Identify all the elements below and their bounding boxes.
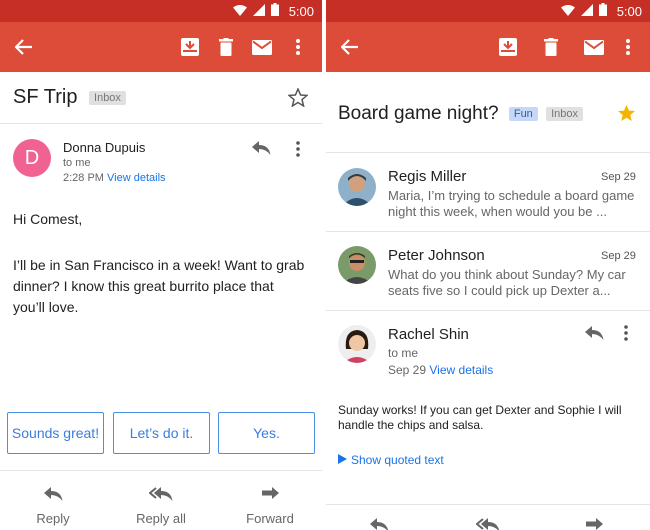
more-vert-icon[interactable] bbox=[286, 35, 310, 59]
message-time-row: 2:28 PM View details bbox=[63, 172, 166, 184]
archive-icon[interactable] bbox=[178, 35, 202, 59]
signal-icon bbox=[580, 3, 593, 19]
message-preview: seats five so I could pick up Dexter a..… bbox=[388, 283, 611, 298]
back-arrow-icon[interactable] bbox=[12, 35, 36, 59]
reply-all-icon bbox=[116, 483, 206, 505]
avatar[interactable] bbox=[338, 246, 376, 284]
email-subject: Board game night? bbox=[338, 103, 499, 124]
inbox-label[interactable]: Inbox bbox=[89, 90, 126, 105]
show-quoted-label: Show quoted text bbox=[351, 453, 444, 467]
avatar[interactable]: D bbox=[13, 139, 51, 177]
app-bar bbox=[0, 22, 322, 72]
show-quoted-text-link[interactable]: Show quoted text bbox=[338, 453, 444, 467]
email-body-line: Sunday works! If you can get Dexter and … bbox=[338, 403, 622, 417]
star-icon[interactable] bbox=[617, 104, 636, 127]
triangle-right-icon bbox=[338, 453, 347, 467]
right-screen: 5:00 Board game night? Fun Inbox Regis M… bbox=[326, 0, 650, 530]
left-screen: 5:00 SF Trip Inbox D Donna Dupuis to me … bbox=[0, 0, 322, 530]
sender-name: Donna Dupuis bbox=[63, 140, 146, 155]
message-time-row: Sep 29 View details bbox=[388, 363, 493, 377]
divider bbox=[326, 504, 650, 505]
status-bar: 5:00 bbox=[0, 0, 322, 22]
message-date: Sep 29 bbox=[388, 363, 427, 377]
message-more-icon[interactable] bbox=[624, 325, 628, 346]
more-vert-icon[interactable] bbox=[616, 35, 640, 59]
smart-reply-button[interactable]: Sounds great! bbox=[7, 412, 104, 454]
smart-reply-button[interactable]: Let’s do it. bbox=[113, 412, 210, 454]
smart-reply-button[interactable]: Yes. bbox=[218, 412, 315, 454]
email-body-line: handle the chips and salsa. bbox=[338, 418, 484, 432]
view-details-link[interactable]: View details bbox=[107, 172, 166, 184]
inbox-label[interactable]: Inbox bbox=[546, 106, 584, 121]
divider bbox=[326, 310, 650, 311]
message-preview: night this week, when would you be ... bbox=[388, 204, 607, 219]
reply-icon bbox=[8, 483, 98, 505]
email-body-line: I’ll be in San Francisco in a week! Want… bbox=[13, 257, 305, 273]
sender-name: Regis Miller bbox=[388, 168, 467, 185]
reply-icon[interactable] bbox=[252, 141, 271, 160]
archive-icon[interactable] bbox=[496, 35, 520, 59]
recipient-text: to me bbox=[63, 157, 91, 169]
star-icon[interactable] bbox=[287, 87, 309, 112]
message-more-icon[interactable] bbox=[296, 141, 300, 162]
message-date: Sep 29 bbox=[601, 250, 636, 262]
message-preview: Maria, I’m trying to schedule a board ga… bbox=[388, 188, 635, 203]
mark-unread-icon[interactable] bbox=[250, 35, 274, 59]
sender-name: Peter Johnson bbox=[388, 247, 485, 264]
message-preview: What do you think about Sunday? My car bbox=[388, 267, 626, 282]
email-body-line: dinner? I know this great burrito place … bbox=[13, 278, 274, 294]
battery-icon bbox=[270, 3, 279, 19]
reply-label: Reply bbox=[36, 511, 70, 526]
subject-line: Board game night? Fun Inbox bbox=[338, 103, 584, 125]
message-date: Sep 29 bbox=[601, 171, 636, 183]
divider bbox=[326, 152, 650, 153]
app-bar bbox=[326, 22, 650, 72]
reply-icon[interactable] bbox=[585, 326, 604, 345]
email-body-line: you’ll love. bbox=[13, 299, 79, 315]
divider bbox=[0, 123, 322, 124]
divider bbox=[326, 231, 650, 232]
delete-icon[interactable] bbox=[539, 35, 563, 59]
status-time: 5:00 bbox=[288, 3, 314, 19]
mark-unread-icon[interactable] bbox=[582, 35, 606, 59]
signal-icon bbox=[252, 3, 265, 19]
reply-all-icon[interactable] bbox=[475, 518, 500, 530]
email-greeting: Hi Comest, bbox=[13, 211, 83, 227]
status-time: 5:00 bbox=[616, 3, 642, 19]
avatar[interactable] bbox=[338, 168, 376, 206]
fun-label[interactable]: Fun bbox=[508, 106, 538, 121]
forward-icon[interactable] bbox=[586, 518, 603, 530]
email-subject: SF Trip bbox=[13, 86, 78, 108]
battery-icon bbox=[598, 3, 607, 19]
divider bbox=[0, 470, 322, 471]
recipient-text: to me bbox=[388, 346, 419, 360]
avatar[interactable] bbox=[338, 325, 376, 363]
reply-button[interactable]: Reply bbox=[8, 483, 98, 526]
back-arrow-icon[interactable] bbox=[338, 35, 362, 59]
wifi-icon bbox=[560, 4, 575, 19]
forward-icon bbox=[225, 483, 315, 505]
status-bar: 5:00 bbox=[326, 0, 650, 22]
forward-label: Forward bbox=[246, 511, 294, 526]
message-time: 2:28 PM bbox=[63, 172, 104, 184]
view-details-link[interactable]: View details bbox=[429, 363, 493, 377]
forward-button[interactable]: Forward bbox=[225, 483, 315, 526]
reply-all-button[interactable]: Reply all bbox=[116, 483, 206, 526]
sender-name: Rachel Shin bbox=[388, 326, 469, 343]
wifi-icon bbox=[232, 4, 247, 19]
delete-icon[interactable] bbox=[214, 35, 238, 59]
reply-all-label: Reply all bbox=[136, 511, 186, 526]
subject-line: SF Trip Inbox bbox=[13, 86, 126, 109]
reply-icon[interactable] bbox=[370, 518, 389, 530]
